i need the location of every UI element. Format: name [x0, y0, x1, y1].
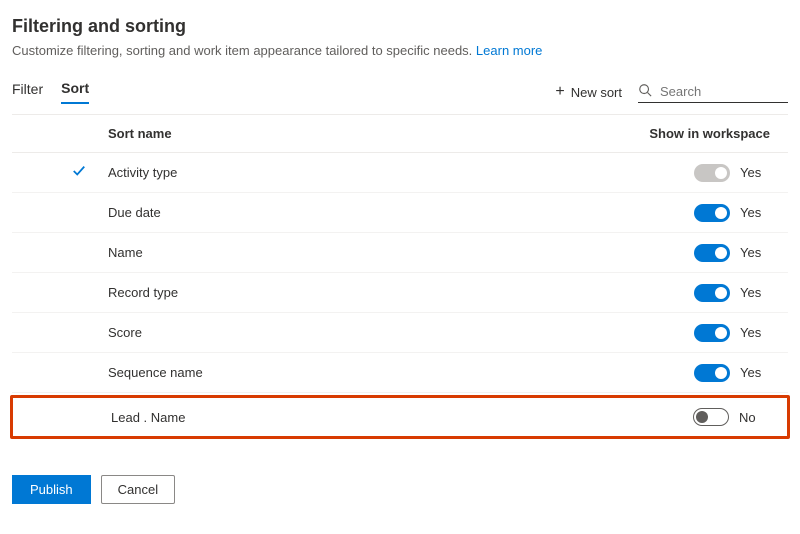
table-row[interactable]: Activity type Yes	[12, 153, 788, 193]
new-sort-label: New sort	[571, 85, 622, 100]
table-row[interactable]: Sequence name Yes	[12, 353, 788, 393]
row-toggle-cell: Yes	[694, 284, 788, 302]
toolbar: Filter Sort + New sort	[12, 80, 788, 104]
row-toggle-cell: No	[693, 408, 787, 426]
toggle-switch[interactable]	[694, 364, 730, 382]
row-name: Record type	[108, 285, 694, 300]
toggle-label: Yes	[740, 285, 764, 300]
toggle-label: Yes	[740, 205, 764, 220]
toggle-switch[interactable]	[694, 244, 730, 262]
toolbar-right: + New sort	[555, 81, 788, 103]
publish-button[interactable]: Publish	[12, 475, 91, 504]
toggle-label: No	[739, 410, 763, 425]
search-icon	[638, 83, 652, 100]
learn-more-link[interactable]: Learn more	[476, 43, 542, 58]
toggle-label: Yes	[740, 165, 764, 180]
tab-sort[interactable]: Sort	[61, 80, 89, 104]
toggle-switch[interactable]	[694, 284, 730, 302]
toggle-switch	[694, 164, 730, 182]
col-header-show: Show in workspace	[649, 126, 788, 141]
row-toggle-cell: Yes	[694, 324, 788, 342]
toggle-switch[interactable]	[694, 204, 730, 222]
row-toggle-cell: Yes	[694, 164, 788, 182]
row-name: Sequence name	[108, 365, 694, 380]
table-header-row: Sort name Show in workspace	[12, 114, 788, 153]
table-row[interactable]: Score Yes	[12, 313, 788, 353]
toggle-label: Yes	[740, 245, 764, 260]
search-input[interactable]	[652, 84, 788, 99]
toggle-switch[interactable]	[694, 324, 730, 342]
row-toggle-cell: Yes	[694, 204, 788, 222]
row-check-cell	[72, 164, 108, 181]
cancel-button[interactable]: Cancel	[101, 475, 175, 504]
row-toggle-cell: Yes	[694, 244, 788, 262]
tabs: Filter Sort	[12, 80, 89, 104]
row-name: Score	[108, 325, 694, 340]
table-body: Activity typeYesDue dateYesNameYesRecord…	[12, 153, 788, 439]
row-name: Activity type	[108, 165, 694, 180]
table-row[interactable]: Lead . Name No	[10, 395, 790, 439]
table-row[interactable]: Name Yes	[12, 233, 788, 273]
page-subtitle: Customize filtering, sorting and work it…	[12, 43, 788, 58]
footer-actions: Publish Cancel	[12, 475, 788, 504]
tab-filter[interactable]: Filter	[12, 80, 43, 104]
new-sort-button[interactable]: + New sort	[555, 83, 622, 101]
subtitle-text: Customize filtering, sorting and work it…	[12, 43, 472, 58]
col-header-sort-name: Sort name	[108, 126, 172, 141]
toggle-switch[interactable]	[693, 408, 729, 426]
toggle-label: Yes	[740, 365, 764, 380]
row-name: Due date	[108, 205, 694, 220]
search-box[interactable]	[638, 81, 788, 103]
row-toggle-cell: Yes	[694, 364, 788, 382]
plus-icon: +	[555, 83, 564, 101]
row-name: Name	[108, 245, 694, 260]
row-name: Lead . Name	[111, 410, 693, 425]
page-title: Filtering and sorting	[12, 16, 788, 37]
table-row[interactable]: Due date Yes	[12, 193, 788, 233]
check-icon	[72, 164, 86, 181]
toggle-label: Yes	[740, 325, 764, 340]
table-row[interactable]: Record type Yes	[12, 273, 788, 313]
